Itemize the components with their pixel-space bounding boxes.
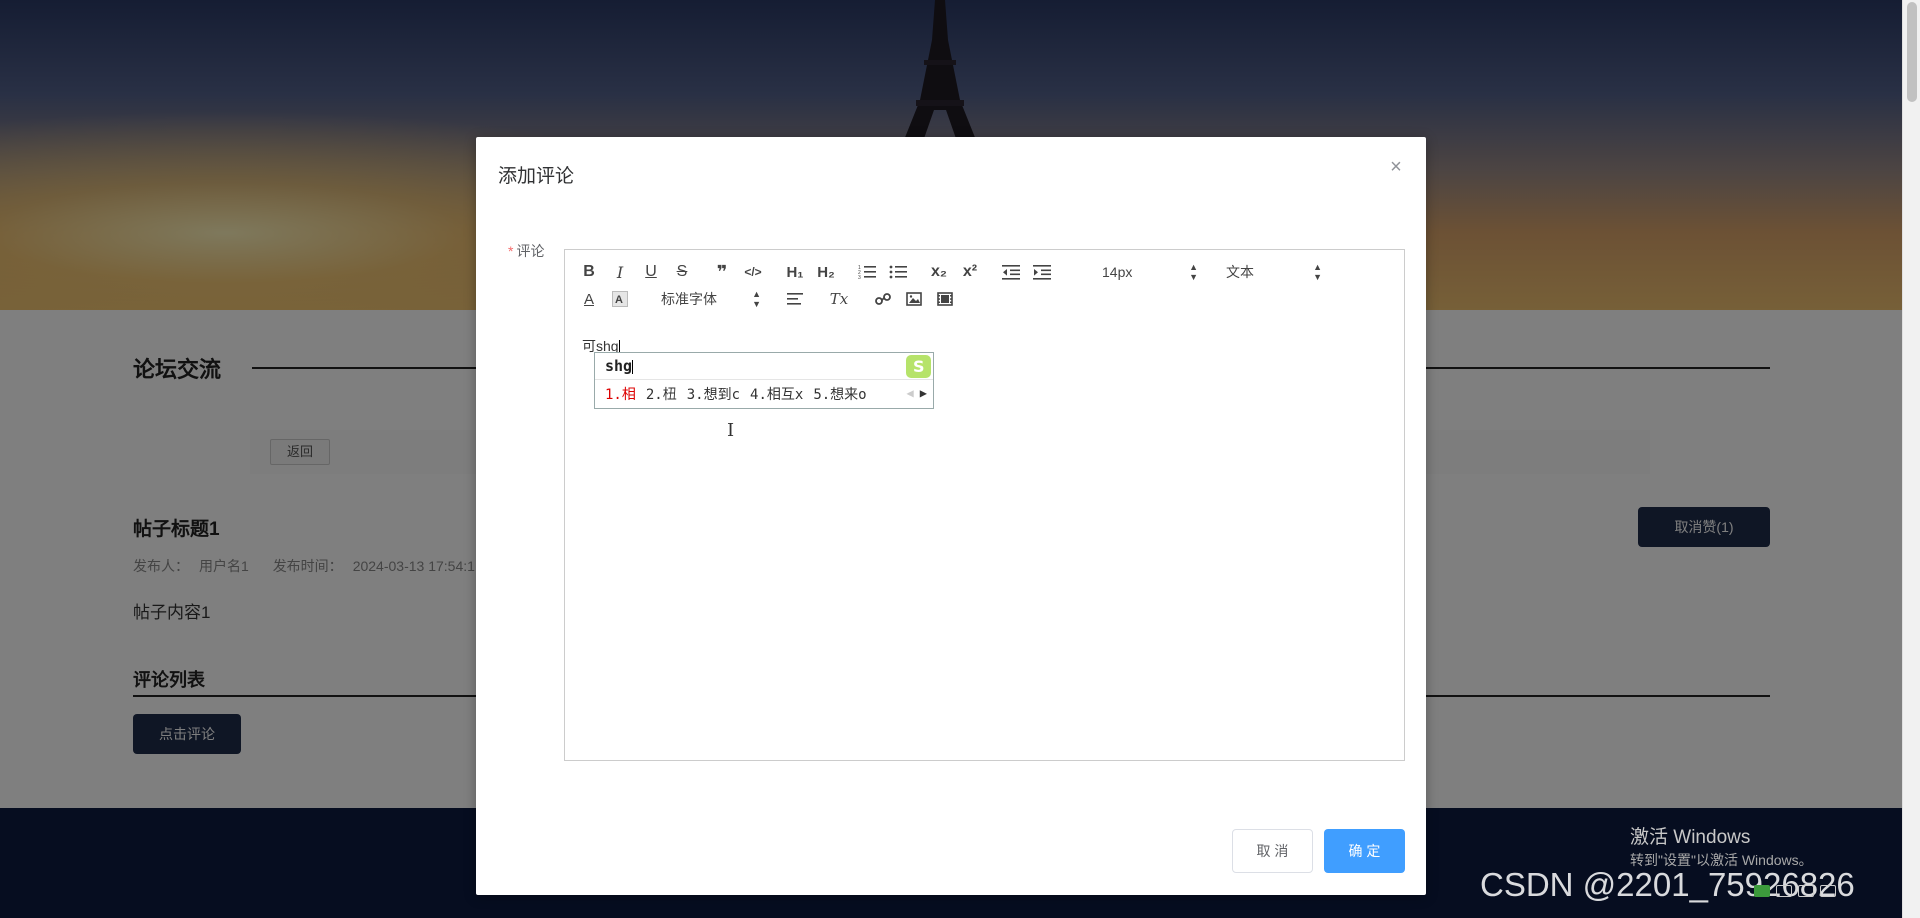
page-scrollbar[interactable] (1902, 0, 1920, 918)
ime-candidate[interactable]: 5.想来o (813, 384, 866, 404)
clean-format-button[interactable]: Tx (827, 287, 851, 311)
required-mark: * (508, 243, 514, 259)
comment-field-label: * 评论 (508, 241, 544, 261)
link-icon[interactable] (871, 287, 895, 311)
ime-page-arrows: ◀ ▶ (907, 386, 927, 400)
ime-next-page-icon[interactable]: ▶ (920, 386, 927, 400)
align-left-icon[interactable] (783, 287, 807, 311)
ime-candidate[interactable]: 1.相 (605, 384, 636, 404)
header-select-value: 文本 (1226, 264, 1254, 280)
font-size-value: 14px (1102, 264, 1133, 280)
svg-text:S: S (913, 357, 925, 376)
header-2-button[interactable]: H₂ (814, 260, 838, 284)
bold-button[interactable]: B (577, 260, 601, 284)
cancel-button[interactable]: 取 消 (1232, 829, 1313, 873)
font-family-select[interactable]: 标准字体 ▲ ▼ (661, 287, 761, 311)
outdent-icon[interactable] (999, 260, 1023, 284)
ime-prev-page-icon[interactable]: ◀ (907, 386, 914, 400)
select-arrows-icon: ▲ ▼ (1189, 262, 1198, 282)
ime-input-text: shg (605, 357, 633, 375)
code-block-button[interactable]: </> (741, 260, 765, 284)
ime-separator (595, 379, 933, 380)
ime-composition: shg (605, 357, 634, 375)
ime-candidate-popup: shg S 1.相 2.杻 3.想到c 4.相互x 5.想来o ◀ ▶ (594, 352, 934, 409)
superscript-button[interactable]: x² (958, 260, 982, 284)
italic-button[interactable]: I (608, 260, 632, 284)
dialog-title: 添加评论 (498, 166, 575, 187)
ime-candidate[interactable]: 3.想到c (687, 384, 740, 404)
confirm-button[interactable]: 确 定 (1324, 829, 1405, 873)
font-size-select[interactable]: 14px ▲ ▼ (1102, 260, 1198, 284)
underline-button[interactable]: U (639, 260, 663, 284)
select-arrows-icon: ▲ ▼ (1313, 262, 1322, 282)
indent-icon[interactable] (1030, 260, 1054, 284)
blockquote-button[interactable]: ❞ (710, 260, 734, 284)
tray-keyboard-icon[interactable] (1776, 885, 1792, 897)
font-color-button[interactable]: A (577, 287, 601, 311)
tray-ime-icon[interactable] (1754, 885, 1770, 897)
font-family-value: 标准字体 (661, 291, 717, 307)
bullet-list-icon[interactable] (886, 260, 910, 284)
ordered-list-icon[interactable]: 123 (855, 260, 879, 284)
tray-grid-icon[interactable] (1820, 885, 1836, 897)
subscript-button[interactable]: x₂ (927, 260, 951, 284)
sogou-logo-icon: S (906, 355, 931, 378)
header-select[interactable]: 文本 ▲ ▼ (1226, 260, 1322, 284)
rich-text-editor: B I U S ❞ </> H₁ H₂ 123 x₂ x² 14px ▲ ▼ 文… (564, 249, 1405, 899)
tray-settings-icon[interactable] (1798, 885, 1814, 897)
ime-caret (632, 359, 634, 374)
editor-toolbar: B I U S ❞ </> H₁ H₂ 123 x₂ x² 14px ▲ ▼ 文… (564, 249, 1405, 322)
windows-activation-title: 激活 Windows (1630, 827, 1751, 848)
i-beam-cursor-icon: I (727, 420, 735, 441)
video-icon[interactable] (933, 287, 957, 311)
add-comment-dialog: 添加评论 × * 评论 B I U S ❞ </> H₁ H₂ 123 x₂ x² (476, 137, 1426, 895)
header-1-button[interactable]: H₁ (783, 260, 807, 284)
comment-label-text: 评论 (516, 243, 545, 259)
background-color-icon[interactable]: A (608, 287, 632, 311)
svg-text:A: A (615, 294, 623, 306)
ime-candidate[interactable]: 2.杻 (646, 384, 677, 404)
svg-text:3: 3 (858, 275, 861, 280)
scrollbar-thumb[interactable] (1907, 2, 1917, 102)
ime-candidate[interactable]: 4.相互x (750, 384, 803, 404)
ime-candidate-list: 1.相 2.杻 3.想到c 4.相互x 5.想来o (605, 384, 867, 404)
strike-button[interactable]: S (670, 260, 694, 284)
select-arrows-icon: ▲ ▼ (752, 289, 761, 309)
image-icon[interactable] (902, 287, 926, 311)
close-icon[interactable]: × (1386, 157, 1406, 177)
system-tray (1754, 880, 1904, 902)
